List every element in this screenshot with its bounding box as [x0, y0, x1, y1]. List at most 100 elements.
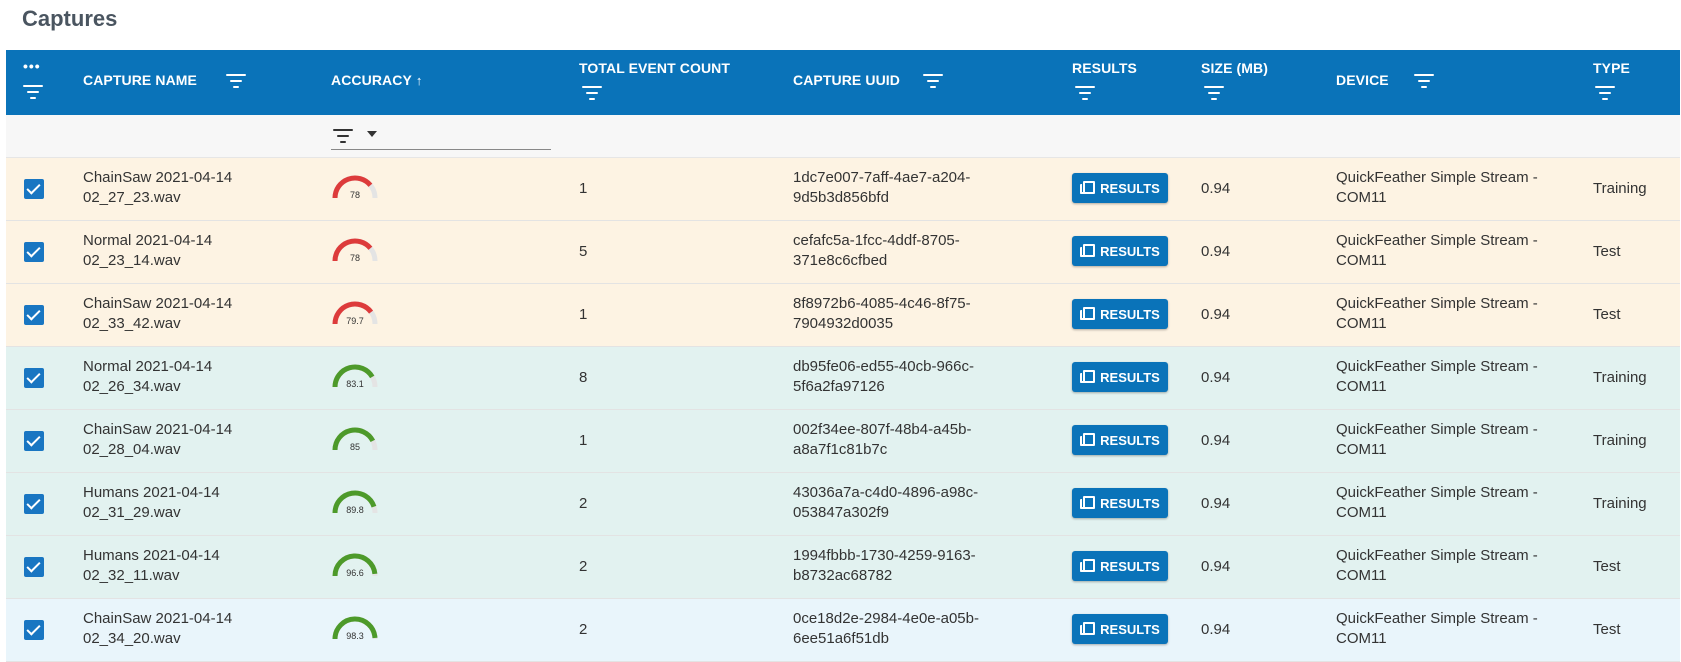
results-button[interactable]: RESULTS [1072, 173, 1168, 203]
table-row[interactable]: Humans 2021-04-14 02_31_29.wav 89.8 2 43… [6, 473, 1680, 536]
accuracy-gauge: 83.1 [332, 364, 378, 389]
size-value: 0.94 [1201, 243, 1231, 260]
device-cell: QuickFeather Simple Stream - COM11 [1336, 546, 1538, 586]
header-menu-cell[interactable]: ••• [6, 50, 66, 115]
column-header-results[interactable]: RESULTS [1072, 50, 1172, 115]
library-icon [1080, 496, 1096, 510]
capture-uuid-cell: 1dc7e007-7aff-4ae7-a204- 9d5b3d856bfd [793, 168, 970, 208]
device-port: COM11 [1336, 567, 1387, 584]
row-checkbox[interactable] [24, 179, 44, 199]
column-header-capture-uuid[interactable]: CAPTURE UUID [793, 50, 1033, 115]
type-value: Training [1593, 495, 1647, 512]
column-header-capture-name[interactable]: CAPTURE NAME [83, 50, 323, 115]
accuracy-value: 89.8 [346, 505, 364, 515]
results-button[interactable]: RESULTS [1072, 488, 1168, 518]
column-header-type[interactable]: TYPE [1593, 50, 1673, 115]
sort-ascending-icon[interactable]: ↑ [416, 73, 423, 88]
type-value: Training [1593, 180, 1647, 197]
uuid-part: 002f34ee-807f-48b4-a45b- [793, 421, 972, 438]
row-checkbox[interactable] [24, 305, 44, 325]
capture-file: 02_27_23.wav [83, 189, 181, 206]
device-name: QuickFeather Simple Stream - [1336, 484, 1538, 501]
row-checkbox[interactable] [24, 557, 44, 577]
type-value: Training [1593, 432, 1647, 449]
table-row[interactable]: Normal 2021-04-14 02_26_34.wav 83.1 8 db… [6, 347, 1680, 410]
results-button[interactable]: RESULTS [1072, 425, 1168, 455]
row-checkbox[interactable] [24, 431, 44, 451]
capture-file: 02_26_34.wav [83, 378, 181, 395]
accuracy-value: 79.7 [346, 316, 364, 326]
filter-icon[interactable] [582, 86, 602, 100]
table-row[interactable]: Normal 2021-04-14 02_23_14.wav 78 5 cefa… [6, 221, 1680, 284]
column-header-size[interactable]: SIZE (MB) [1201, 50, 1311, 115]
capture-file: 02_31_29.wav [83, 504, 181, 521]
filter-icon[interactable] [1414, 74, 1434, 88]
accuracy-gauge: 78 [332, 238, 378, 263]
accuracy-value: 78 [350, 190, 360, 200]
column-label: SIZE (MB) [1201, 60, 1269, 76]
table-row[interactable]: Humans 2021-04-14 02_32_11.wav 96.6 2 19… [6, 536, 1680, 599]
device-cell: QuickFeather Simple Stream - COM11 [1336, 483, 1538, 523]
uuid-part: 6ee51a6f51db [793, 630, 889, 647]
library-icon [1080, 244, 1096, 258]
table-row[interactable]: ChainSaw 2021-04-14 02_27_23.wav 78 1 1d… [6, 158, 1680, 221]
filter-icon[interactable] [1075, 86, 1095, 100]
size-value: 0.94 [1201, 306, 1231, 323]
table-row[interactable]: ChainSaw 2021-04-14 02_34_20.wav 98.3 2 … [6, 599, 1680, 662]
column-label: CAPTURE NAME [83, 72, 197, 88]
capture-name: Normal 2021-04-14 [83, 358, 213, 375]
device-name: QuickFeather Simple Stream - [1336, 169, 1538, 186]
results-button[interactable]: RESULTS [1072, 614, 1168, 644]
chevron-down-icon [367, 131, 377, 137]
table-header: ••• CAPTURE NAME ACCURACY ↑ TOTAL EVENT C… [6, 50, 1680, 115]
row-checkbox[interactable] [24, 368, 44, 388]
capture-uuid-cell: 8f8972b6-4085-4c46-8f75- 7904932d0035 [793, 294, 971, 334]
filter-icon[interactable] [23, 85, 43, 99]
uuid-part: a8a7f1c81b7c [793, 441, 888, 458]
size-value: 0.94 [1201, 180, 1231, 197]
filter-icon[interactable] [1595, 86, 1615, 100]
results-button[interactable]: RESULTS [1072, 299, 1168, 329]
column-label: DEVICE [1336, 72, 1389, 88]
results-button[interactable]: RESULTS [1072, 551, 1168, 581]
library-icon [1080, 370, 1096, 384]
table-row[interactable]: ChainSaw 2021-04-14 02_28_04.wav 85 1 00… [6, 410, 1680, 473]
table-row[interactable]: ChainSaw 2021-04-14 02_33_42.wav 79.7 1 … [6, 284, 1680, 347]
capture-file: 02_28_04.wav [83, 441, 181, 458]
device-cell: QuickFeather Simple Stream - COM11 [1336, 357, 1538, 397]
uuid-part: db95fe06-ed55-40cb-966c- [793, 358, 974, 375]
capture-uuid-cell: 0ce18d2e-2984-4e0e-a05b- 6ee51a6f51db [793, 609, 979, 649]
event-count: 8 [579, 369, 588, 386]
event-count: 2 [579, 621, 588, 638]
accuracy-gauge: 78 [332, 175, 378, 200]
row-checkbox[interactable] [24, 242, 44, 262]
row-checkbox[interactable] [24, 620, 44, 640]
device-name: QuickFeather Simple Stream - [1336, 421, 1538, 438]
column-header-accuracy[interactable]: ACCURACY ↑ [331, 50, 551, 115]
column-header-total-event-count[interactable]: TOTAL EVENT COUNT [579, 50, 779, 115]
uuid-part: b8732ac68782 [793, 567, 893, 584]
device-port: COM11 [1336, 630, 1387, 647]
results-button[interactable]: RESULTS [1072, 236, 1168, 266]
capture-name: ChainSaw 2021-04-14 [83, 610, 233, 627]
uuid-part: 8f8972b6-4085-4c46-8f75- [793, 295, 971, 312]
column-header-device[interactable]: DEVICE [1336, 50, 1536, 115]
capture-name: Humans 2021-04-14 [83, 484, 220, 501]
filter-icon[interactable] [226, 74, 246, 88]
filter-icon[interactable] [923, 74, 943, 88]
row-checkbox[interactable] [24, 494, 44, 514]
more-options-icon[interactable]: ••• [23, 59, 41, 73]
uuid-part: 0ce18d2e-2984-4e0e-a05b- [793, 610, 979, 627]
type-value: Test [1593, 558, 1621, 575]
column-label: ACCURACY [331, 72, 412, 88]
device-name: QuickFeather Simple Stream - [1336, 358, 1538, 375]
size-value: 0.94 [1201, 495, 1231, 512]
filter-icon[interactable] [1204, 86, 1224, 100]
capture-name: ChainSaw 2021-04-14 [83, 421, 233, 438]
device-port: COM11 [1336, 315, 1387, 332]
event-count: 5 [579, 243, 588, 260]
results-button[interactable]: RESULTS [1072, 362, 1168, 392]
accuracy-filter-dropdown[interactable] [331, 125, 551, 150]
device-port: COM11 [1336, 189, 1387, 206]
results-button-label: RESULTS [1100, 243, 1160, 259]
